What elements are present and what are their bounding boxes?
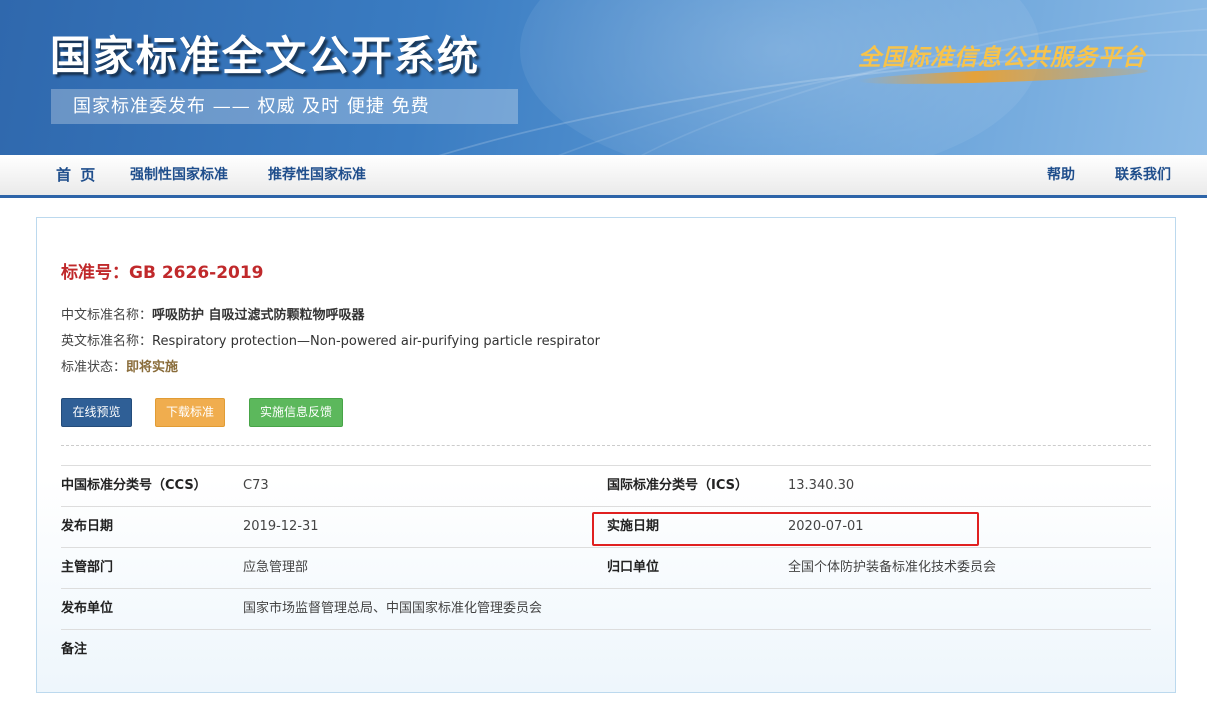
chinese-name-label: 中文标准名称： <box>61 308 153 323</box>
dashed-divider <box>61 445 1151 446</box>
english-name-label: 英文标准名称： <box>61 334 153 349</box>
nav-home[interactable]: 首 页 <box>56 155 97 195</box>
status-label: 标准状态： <box>61 360 127 375</box>
nav-recommended-standards[interactable]: 推荐性国家标准 <box>268 155 366 195</box>
site-title: 国家标准全文公开系统 <box>50 32 480 80</box>
status-badge: 即将实施 <box>126 360 179 375</box>
standard-detail-panel: 标准号：GB 2626-2019 中文标准名称：呼吸防护 自吸过滤式防颗粒物呼吸… <box>36 217 1176 693</box>
chinese-name-value: 呼吸防护 自吸过滤式防颗粒物呼吸器 <box>152 308 365 323</box>
department-label: 主管部门 <box>61 560 114 575</box>
department-value: 应急管理部 <box>243 560 309 575</box>
technical-committee-label: 归口单位 <box>607 560 660 575</box>
implementation-feedback-button[interactable]: 实施信息反馈 <box>249 398 343 427</box>
platform-name: 全国标准信息公共服务平台 <box>858 44 1146 71</box>
publish-date-label: 发布日期 <box>61 519 114 534</box>
technical-committee-value: 全国个体防护装备标准化技术委员会 <box>788 560 997 575</box>
publish-date-value: 2019-12-31 <box>243 519 319 534</box>
table-row: 发布单位 国家市场监督管理总局、中国国家标准化管理委员会 <box>61 589 1151 630</box>
english-name-line: 英文标准名称：Respiratory protection—Non-powere… <box>61 330 600 349</box>
table-row: 主管部门 应急管理部 归口单位 全国个体防护装备标准化技术委员会 <box>61 548 1151 589</box>
implement-date-label: 实施日期 <box>607 519 660 534</box>
standard-meta-table: 中国标准分类号（CCS） C73 国际标准分类号（ICS） 13.340.30 … <box>61 465 1151 671</box>
nav-mandatory-standards[interactable]: 强制性国家标准 <box>130 155 228 195</box>
nav-help[interactable]: 帮助 <box>1047 155 1075 195</box>
publisher-label: 发布单位 <box>61 601 114 616</box>
table-row: 发布日期 2019-12-31 实施日期 2020-07-01 <box>61 507 1151 548</box>
site-banner: 国家标准全文公开系统 国家标准委发布 —— 权威 及时 便捷 免费 全国标准信息… <box>0 0 1207 155</box>
implement-date-value: 2020-07-01 <box>788 519 864 534</box>
english-name-value: Respiratory protection—Non-powered air-p… <box>152 334 600 349</box>
nav-contact-us[interactable]: 联系我们 <box>1115 155 1171 195</box>
publisher-value: 国家市场监督管理总局、中国国家标准化管理委员会 <box>243 601 543 616</box>
main-navbar: 首 页 强制性国家标准 推荐性国家标准 帮助 联系我们 <box>0 155 1207 198</box>
table-row: 中国标准分类号（CCS） C73 国际标准分类号（ICS） 13.340.30 <box>61 466 1151 507</box>
ics-label: 国际标准分类号（ICS） <box>607 478 748 493</box>
chinese-name-line: 中文标准名称：呼吸防护 自吸过滤式防颗粒物呼吸器 <box>61 304 365 323</box>
ics-value: 13.340.30 <box>788 478 855 493</box>
status-line: 标准状态：即将实施 <box>61 356 178 375</box>
online-preview-button[interactable]: 在线预览 <box>61 398 132 427</box>
ccs-value: C73 <box>243 478 269 493</box>
standard-number-title: 标准号：GB 2626-2019 <box>61 263 264 283</box>
remark-label: 备注 <box>61 642 88 657</box>
download-standard-button[interactable]: 下载标准 <box>155 398 225 427</box>
table-row: 备注 <box>61 630 1151 671</box>
site-slogan: 国家标准委发布 —— 权威 及时 便捷 免费 <box>51 89 518 124</box>
ccs-label: 中国标准分类号（CCS） <box>61 478 207 493</box>
